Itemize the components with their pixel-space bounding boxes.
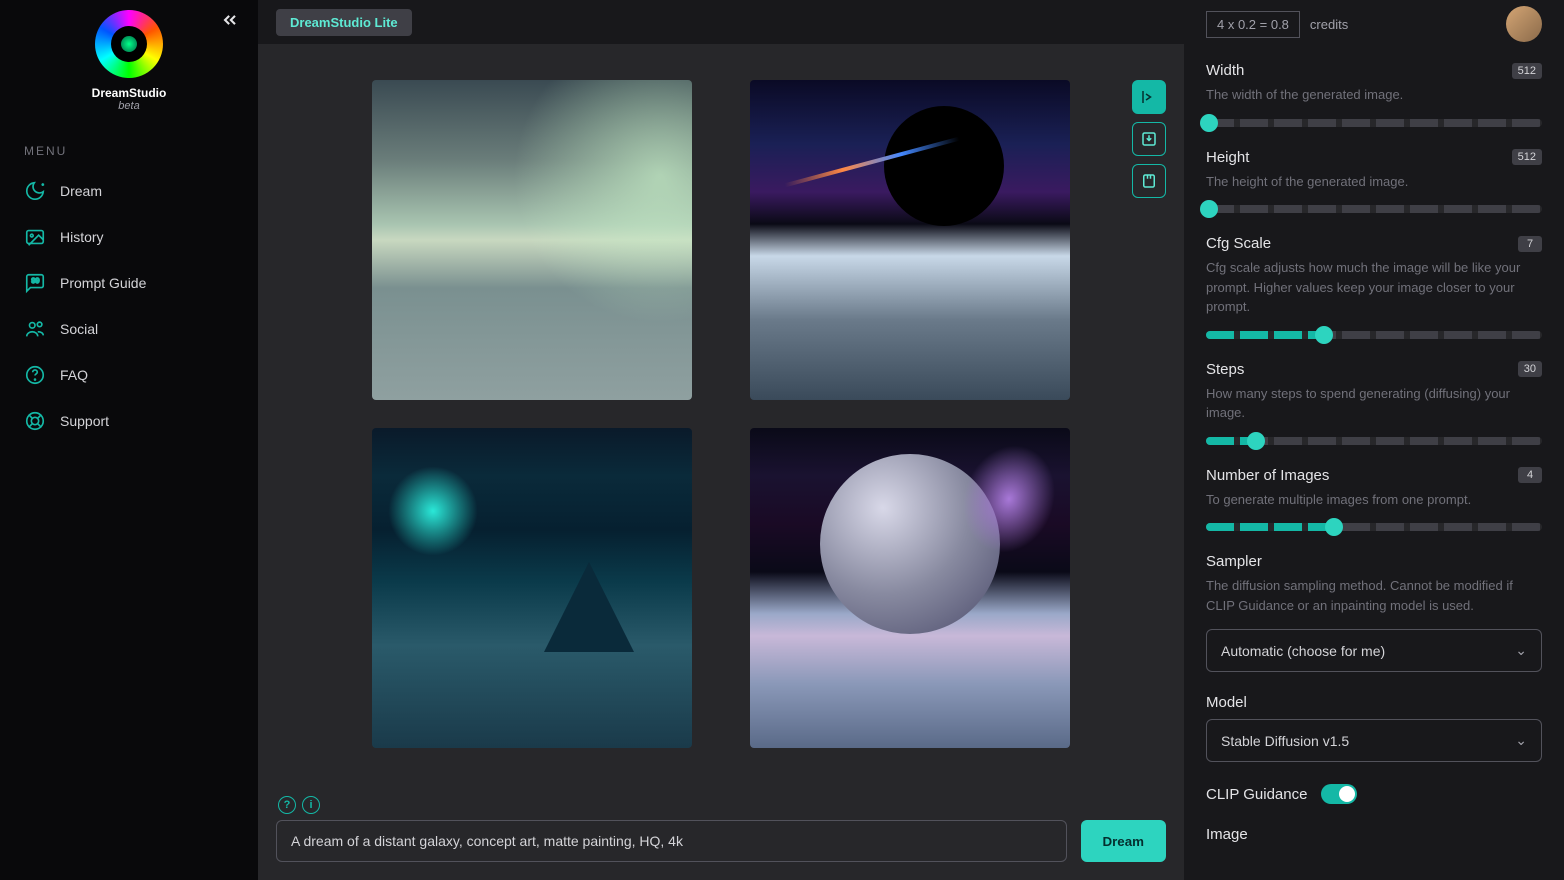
generated-image[interactable]	[372, 428, 692, 748]
setting-desc: To generate multiple images from one pro…	[1206, 490, 1542, 510]
moon-icon	[24, 180, 46, 202]
select-value: Automatic (choose for me)	[1221, 643, 1385, 659]
export-button[interactable]	[1132, 80, 1166, 114]
svg-text:99: 99	[31, 276, 39, 285]
num-images-slider[interactable]	[1206, 523, 1542, 531]
setting-title: Cfg Scale	[1206, 235, 1271, 252]
model-select[interactable]: Stable Diffusion v1.5 ⌄	[1206, 719, 1542, 762]
select-value: Stable Diffusion v1.5	[1221, 733, 1349, 749]
setting-title: Steps	[1206, 361, 1244, 378]
sidebar-item-label: FAQ	[60, 367, 88, 383]
help-icon[interactable]: ?	[278, 796, 296, 814]
dream-button[interactable]: Dream	[1081, 820, 1167, 862]
collapse-sidebar-button[interactable]	[220, 10, 240, 33]
sidebar-item-label: Prompt Guide	[60, 275, 146, 291]
sidebar-item-history[interactable]: History	[0, 214, 258, 260]
sidebar-item-social[interactable]: Social	[0, 306, 258, 352]
archive-button[interactable]	[1132, 164, 1166, 198]
sidebar: DreamStudio beta MENU Dream History 99 P…	[0, 0, 258, 880]
app-title: DreamStudio	[0, 86, 258, 100]
prompt-input[interactable]	[276, 820, 1067, 862]
width-slider[interactable]	[1206, 119, 1542, 127]
sidebar-item-label: Support	[60, 413, 109, 429]
sidebar-item-faq[interactable]: FAQ	[0, 352, 258, 398]
setting-image: Image	[1206, 826, 1542, 843]
setting-value: 512	[1512, 63, 1542, 79]
setting-title: Height	[1206, 149, 1249, 166]
setting-desc: The height of the generated image.	[1206, 172, 1542, 192]
setting-desc: The width of the generated image.	[1206, 85, 1542, 105]
main-area: DreamStudio Lite ? i Dream	[258, 0, 1184, 880]
setting-cfg: Cfg Scale 7 Cfg scale adjusts how much t…	[1206, 235, 1542, 339]
sidebar-item-prompt-guide[interactable]: 99 Prompt Guide	[0, 260, 258, 306]
credits-label: credits	[1310, 17, 1348, 32]
setting-sampler: Sampler The diffusion sampling method. C…	[1206, 553, 1542, 672]
chevron-down-icon: ⌄	[1515, 642, 1527, 659]
info-icon[interactable]: i	[302, 796, 320, 814]
setting-title: Model	[1206, 694, 1542, 711]
setting-title: CLIP Guidance	[1206, 786, 1307, 803]
setting-num-images: Number of Images 4 To generate multiple …	[1206, 467, 1542, 532]
setting-model: Model Stable Diffusion v1.5 ⌄	[1206, 694, 1542, 762]
credits-calc: 4 x 0.2 = 0.8	[1206, 11, 1300, 38]
menu-label: MENU	[0, 130, 258, 168]
settings-panel: 4 x 0.2 = 0.8 credits Width 512 The widt…	[1184, 0, 1564, 880]
help-icon	[24, 364, 46, 386]
lifebuoy-icon	[24, 410, 46, 432]
image-icon	[24, 226, 46, 248]
setting-desc: Cfg scale adjusts how much the image wil…	[1206, 258, 1542, 317]
sampler-select[interactable]: Automatic (choose for me) ⌄	[1206, 629, 1542, 672]
setting-width: Width 512 The width of the generated ima…	[1206, 62, 1542, 127]
setting-clip: CLIP Guidance	[1206, 784, 1542, 804]
topbar: DreamStudio Lite	[258, 0, 1184, 44]
setting-value: 30	[1518, 361, 1542, 377]
lite-badge[interactable]: DreamStudio Lite	[276, 9, 412, 36]
avatar[interactable]	[1506, 6, 1542, 42]
setting-title: Image	[1206, 826, 1542, 843]
setting-steps: Steps 30 How many steps to spend generat…	[1206, 361, 1542, 445]
users-icon	[24, 318, 46, 340]
setting-height: Height 512 The height of the generated i…	[1206, 149, 1542, 214]
generated-image[interactable]	[750, 428, 1070, 748]
chevron-down-icon: ⌄	[1515, 732, 1527, 749]
quote-icon: 99	[24, 272, 46, 294]
setting-desc: How many steps to spend generating (diff…	[1206, 384, 1542, 423]
setting-title: Sampler	[1206, 553, 1542, 570]
setting-value: 7	[1518, 236, 1542, 252]
prompt-bar: ? i Dream	[258, 796, 1184, 880]
sidebar-item-label: History	[60, 229, 104, 245]
setting-desc: The diffusion sampling method. Cannot be…	[1206, 576, 1542, 615]
clip-guidance-toggle[interactable]	[1321, 784, 1357, 804]
setting-title: Number of Images	[1206, 467, 1329, 484]
cfg-slider[interactable]	[1206, 331, 1542, 339]
steps-slider[interactable]	[1206, 437, 1542, 445]
setting-value: 512	[1512, 149, 1542, 165]
gallery	[258, 44, 1184, 796]
setting-title: Width	[1206, 62, 1244, 79]
sidebar-item-label: Social	[60, 321, 98, 337]
logo-icon	[95, 10, 163, 78]
sidebar-item-support[interactable]: Support	[0, 398, 258, 444]
setting-value: 4	[1518, 467, 1542, 483]
height-slider[interactable]	[1206, 205, 1542, 213]
download-button[interactable]	[1132, 122, 1166, 156]
sidebar-item-label: Dream	[60, 183, 102, 199]
generated-image[interactable]	[750, 80, 1070, 400]
app-subtitle: beta	[0, 100, 258, 112]
generated-image[interactable]	[372, 80, 692, 400]
sidebar-item-dream[interactable]: Dream	[0, 168, 258, 214]
